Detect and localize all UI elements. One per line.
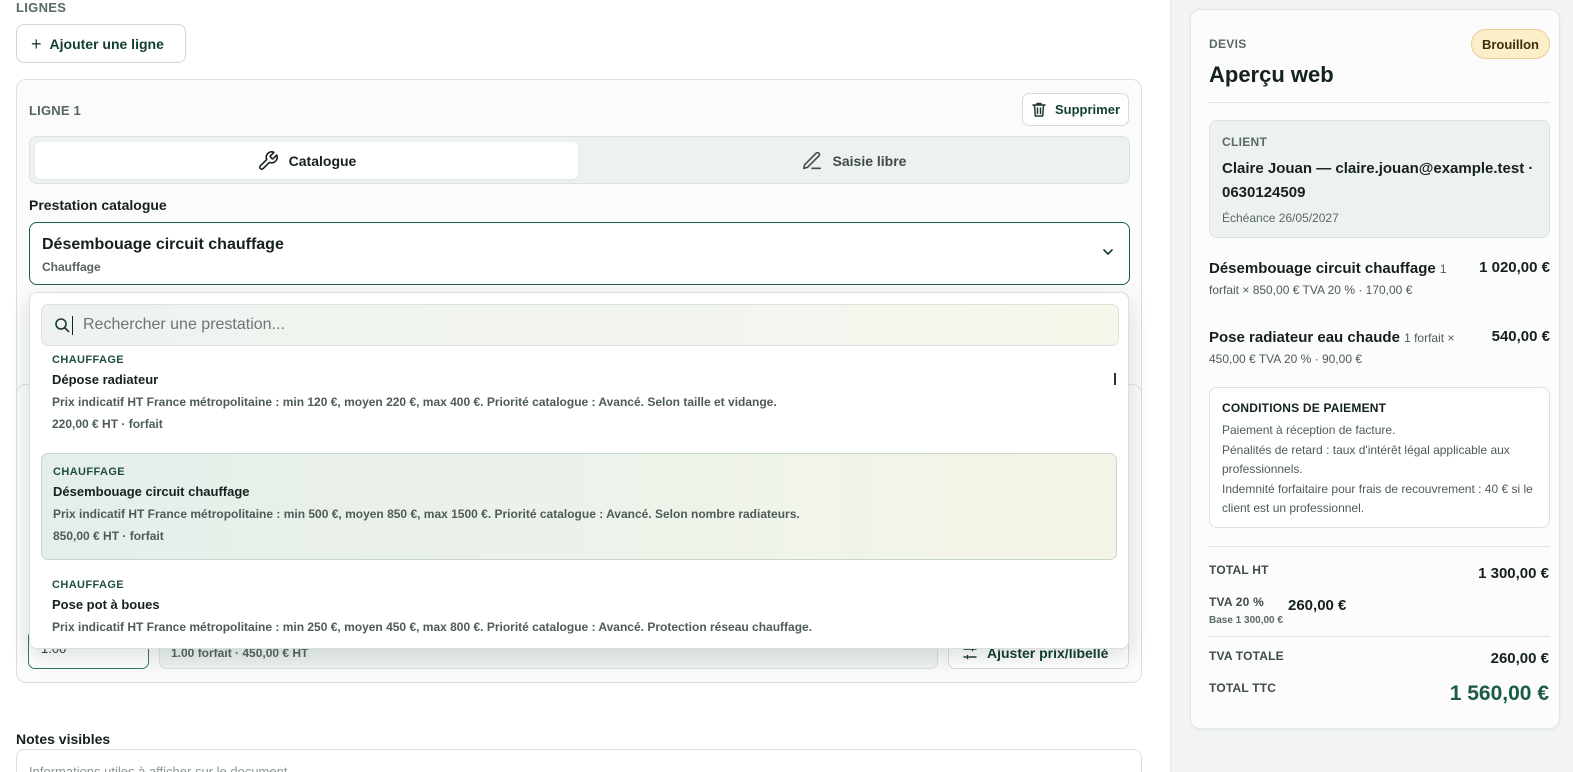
text-caret: [72, 315, 73, 335]
total-ht-label: TOTAL HT: [1209, 563, 1269, 577]
tva-total-label: TVA TOTALE: [1209, 649, 1284, 663]
add-line-button[interactable]: + Ajouter une ligne: [16, 24, 186, 63]
client-contact: Claire Jouan — claire.jouan@example.test…: [1222, 160, 1534, 201]
option-name: Dépose radiateur: [52, 372, 159, 387]
tab-saisie-libre-label: Saisie libre: [832, 152, 907, 169]
tva-rate-label: TVA 20 %: [1209, 595, 1264, 609]
line-label: LIGNE 1: [29, 103, 81, 118]
scrollbar-thumb[interactable]: [1114, 373, 1116, 385]
payment-terms-title: CONDITIONS DE PAIEMENT: [1222, 401, 1387, 415]
option-price: 850,00 € HT · forfait: [53, 529, 164, 543]
preview-line: Pose radiateur eau chaude 1 forfait × 54…: [1209, 327, 1550, 366]
dropdown-option-depose-radiateur[interactable]: CHAUFFAGE Dépose radiateur Prix indicati…: [41, 354, 1117, 431]
option-category: CHAUFFAGE: [53, 466, 126, 478]
chevron-down-icon: [1103, 249, 1113, 255]
plus-icon: +: [31, 33, 42, 54]
dropdown-option-pose-pot-a-boues[interactable]: CHAUFFAGE Pose pot à boues Prix indicati…: [41, 579, 1117, 634]
service-search-input[interactable]: [83, 316, 1063, 334]
option-description: Prix indicatif HT France métropolitaine …: [53, 507, 800, 521]
option-name: Désembouage circuit chauffage: [53, 484, 250, 499]
option-description: Prix indicatif HT France métropolitaine …: [52, 395, 777, 409]
due-date: Échéance 26/05/2027: [1222, 211, 1339, 225]
preview-line-amount: 540,00 €: [1491, 328, 1550, 345]
client-block: CLIENT Claire Jouan — claire.jouan@examp…: [1209, 120, 1550, 238]
divider: [1209, 636, 1550, 637]
total-ttc-label: TOTAL TTC: [1209, 681, 1277, 695]
catalog-select[interactable]: Désembouage circuit chauffage Chauffage: [29, 222, 1130, 285]
payment-terms-text: Paiement à réception de facture. Pénalit…: [1222, 423, 1533, 515]
quote-editor: LIGNES + Ajouter une ligne LIGNE 1 Suppr…: [0, 0, 1170, 772]
preview-title: Aperçu web: [1209, 62, 1334, 87]
catalog-field-label: Prestation catalogue: [29, 197, 167, 213]
tab-saisie-libre[interactable]: Saisie libre: [582, 142, 1125, 179]
quote-preview-card: DEVIS Aperçu web Brouillon CLIENT Claire…: [1190, 9, 1560, 729]
option-category: CHAUFFAGE: [52, 354, 125, 366]
preview-line-detail: 450,00 € TVA 20 % · 90,00 €: [1209, 352, 1362, 366]
option-price: 220,00 € HT · forfait: [52, 417, 163, 431]
option-description: Prix indicatif HT France métropolitaine …: [52, 620, 813, 634]
delete-line-label: Supprimer: [1054, 102, 1120, 117]
preview-line-qty: 1: [1439, 262, 1447, 276]
add-line-label: Ajouter une ligne: [49, 35, 164, 52]
preview-pane: DEVIS Aperçu web Brouillon CLIENT Claire…: [1170, 0, 1573, 772]
notes-field[interactable]: Informations utiles à afficher sur le do…: [16, 749, 1142, 772]
dropdown-option-desembouage[interactable]: CHAUFFAGE Désembouage circuit chauffage …: [41, 453, 1117, 560]
trash-icon: [1032, 102, 1046, 117]
tva-base: Base 1 300,00 €: [1209, 615, 1283, 626]
status-badge: Brouillon: [1470, 29, 1550, 59]
preview-line-name: Pose radiateur eau chaude: [1209, 329, 1400, 346]
tab-catalogue[interactable]: Catalogue: [35, 142, 578, 179]
wrench-icon: [258, 150, 278, 170]
catalog-dropdown: CHAUFFAGE Dépose radiateur Prix indicati…: [29, 292, 1129, 649]
divider: [1209, 102, 1550, 103]
divider: [1209, 546, 1550, 547]
delete-line-button[interactable]: Supprimer: [1022, 93, 1129, 126]
preview-line-qty: 1 forfait ×: [1404, 331, 1455, 345]
total-ttc-value: 1 560,00 €: [1449, 682, 1549, 705]
lines-section-title: LIGNES: [16, 0, 67, 15]
service-search: [41, 304, 1119, 346]
preview-line-detail: forfait × 850,00 € TVA 20 % · 170,00 €: [1209, 283, 1413, 297]
preview-kicker: DEVIS: [1209, 37, 1247, 51]
payment-terms: CONDITIONS DE PAIEMENT Paiement à récept…: [1209, 387, 1550, 528]
preview-line-amount: 1 020,00 €: [1479, 259, 1550, 276]
notes-label: Notes visibles: [16, 731, 111, 747]
line-mode-switch: Catalogue Saisie libre: [29, 136, 1130, 184]
selected-service-title: Désembouage circuit chauffage: [42, 236, 284, 253]
preview-line: Désembouage circuit chauffage 1 1 020,00…: [1209, 258, 1550, 297]
client-kicker: CLIENT: [1222, 135, 1268, 149]
preview-line-name: Désembouage circuit chauffage: [1209, 260, 1436, 277]
tva-rate-value: 260,00 €: [1288, 597, 1347, 614]
search-icon: [55, 318, 70, 333]
selected-service-category: Chauffage: [42, 260, 101, 274]
option-category: CHAUFFAGE: [52, 579, 125, 591]
pencil-icon: [802, 151, 821, 169]
option-name: Pose pot à boues: [52, 597, 160, 612]
total-ht-value: 1 300,00 €: [1478, 565, 1549, 582]
tab-catalogue-label: Catalogue: [288, 152, 357, 169]
tva-total-value: 260,00 €: [1490, 650, 1549, 667]
